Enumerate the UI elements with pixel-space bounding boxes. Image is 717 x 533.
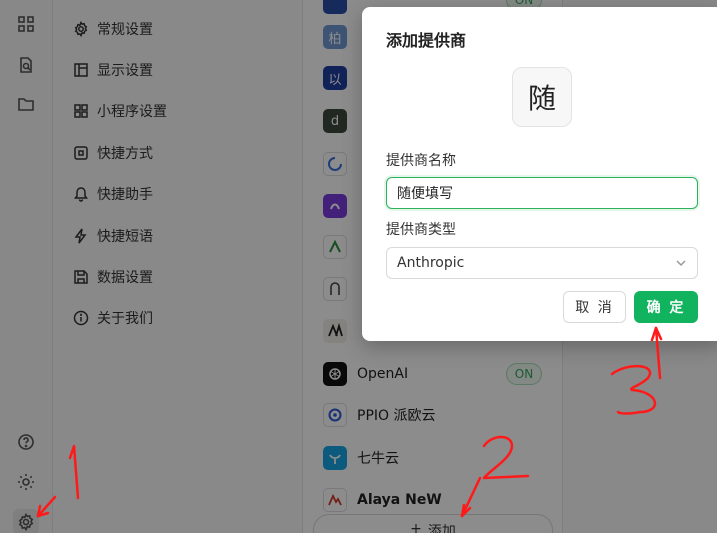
add-provider-dialog: 添加提供商 随 提供商名称 提供商类型 Anthropic 取 消 确 定 xyxy=(362,7,717,341)
confirm-button[interactable]: 确 定 xyxy=(634,291,698,323)
provider-type-select[interactable]: Anthropic xyxy=(386,247,698,279)
provider-name-input[interactable] xyxy=(386,177,698,209)
provider-avatar[interactable]: 随 xyxy=(512,67,572,127)
provider-type-label: 提供商类型 xyxy=(386,222,456,238)
provider-type-value: Anthropic xyxy=(397,255,465,271)
dialog-title: 添加提供商 xyxy=(386,31,467,50)
provider-name-label: 提供商名称 xyxy=(386,153,456,169)
chevron-down-icon xyxy=(676,260,686,267)
cancel-button[interactable]: 取 消 xyxy=(563,291,626,323)
